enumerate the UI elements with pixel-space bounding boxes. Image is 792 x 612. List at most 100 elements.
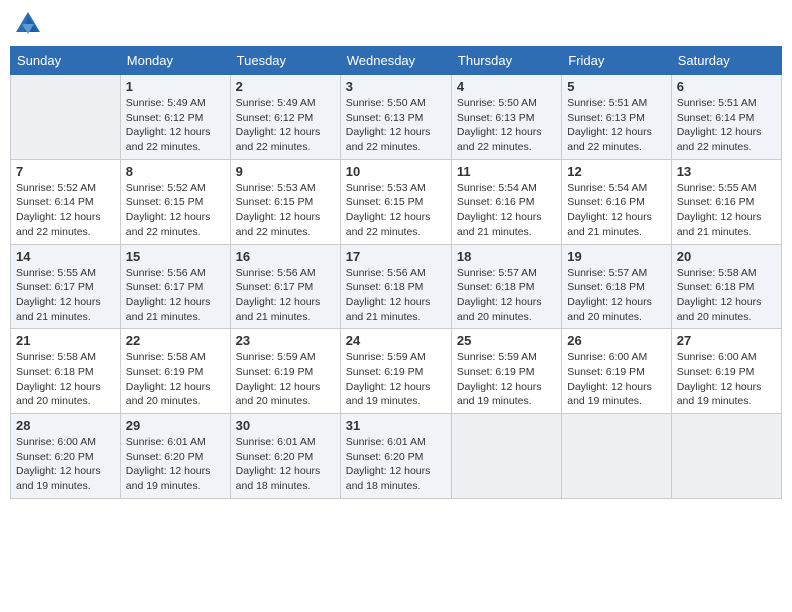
day-info: Sunrise: 5:50 AM Sunset: 6:13 PM Dayligh… bbox=[457, 96, 556, 155]
calendar-cell: 24 Sunrise: 5:59 AM Sunset: 6:19 PM Dayli… bbox=[340, 329, 451, 414]
day-info: Sunrise: 5:55 AM Sunset: 6:16 PM Dayligh… bbox=[677, 181, 776, 240]
calendar-cell: 8Sunrise: 5:52 AM Sunset: 6:15 PM Daylig… bbox=[120, 159, 230, 244]
page-header bbox=[10, 10, 782, 38]
calendar-cell: 2 Sunrise: 5:49 AM Sunset: 6:12 PM Daylig… bbox=[230, 75, 340, 160]
day-number: 3 bbox=[346, 79, 446, 94]
day-info: Sunrise: 5:49 AM Sunset: 6:12 PM Dayligh… bbox=[126, 96, 225, 155]
weekday-header-friday: Friday bbox=[562, 47, 671, 75]
day-number: 20 bbox=[677, 249, 776, 264]
day-number: 24 bbox=[346, 333, 446, 348]
weekday-header-thursday: Thursday bbox=[451, 47, 561, 75]
day-info: Sunrise: 5:57 AM Sunset: 6:18 PM Dayligh… bbox=[567, 266, 665, 325]
day-info: Sunrise: 5:55 AM Sunset: 6:17 PM Dayligh… bbox=[16, 266, 115, 325]
calendar-cell: 11Sunrise: 5:54 AM Sunset: 6:16 PM Dayli… bbox=[451, 159, 561, 244]
day-info: Sunrise: 5:52 AM Sunset: 6:14 PM Dayligh… bbox=[16, 181, 115, 240]
calendar-cell: 26 Sunrise: 6:00 AM Sunset: 6:19 PM Dayli… bbox=[562, 329, 671, 414]
day-info: Sunrise: 5:59 AM Sunset: 6:19 PM Dayligh… bbox=[346, 350, 446, 409]
calendar-cell: 22 Sunrise: 5:58 AM Sunset: 6:19 PM Dayli… bbox=[120, 329, 230, 414]
calendar-cell: 7 Sunrise: 5:52 AM Sunset: 6:14 PM Daylig… bbox=[11, 159, 121, 244]
day-info: Sunrise: 5:57 AM Sunset: 6:18 PM Dayligh… bbox=[457, 266, 556, 325]
calendar-table: SundayMondayTuesdayWednesdayThursdayFrid… bbox=[10, 46, 782, 499]
day-number: 9 bbox=[236, 164, 335, 179]
day-number: 29 bbox=[126, 418, 225, 433]
weekday-header-row: SundayMondayTuesdayWednesdayThursdayFrid… bbox=[11, 47, 782, 75]
day-info: Sunrise: 5:52 AM Sunset: 6:15 PM Dayligh… bbox=[126, 181, 225, 240]
calendar-cell: 10 Sunrise: 5:53 AM Sunset: 6:15 PM Dayli… bbox=[340, 159, 451, 244]
day-number: 30 bbox=[236, 418, 335, 433]
calendar-cell bbox=[562, 414, 671, 499]
day-info: Sunrise: 6:00 AM Sunset: 6:20 PM Dayligh… bbox=[16, 435, 115, 494]
day-number: 13 bbox=[677, 164, 776, 179]
weekday-header-saturday: Saturday bbox=[671, 47, 781, 75]
weekday-header-monday: Monday bbox=[120, 47, 230, 75]
day-info: Sunrise: 6:01 AM Sunset: 6:20 PM Dayligh… bbox=[346, 435, 446, 494]
weekday-header-wednesday: Wednesday bbox=[340, 47, 451, 75]
day-number: 6 bbox=[677, 79, 776, 94]
calendar-cell: 19 Sunrise: 5:57 AM Sunset: 6:18 PM Dayli… bbox=[562, 244, 671, 329]
weekday-header-sunday: Sunday bbox=[11, 47, 121, 75]
calendar-cell: 4Sunrise: 5:50 AM Sunset: 6:13 PM Daylig… bbox=[451, 75, 561, 160]
calendar-cell: 12Sunrise: 5:54 AM Sunset: 6:16 PM Dayli… bbox=[562, 159, 671, 244]
day-number: 10 bbox=[346, 164, 446, 179]
day-info: Sunrise: 5:56 AM Sunset: 6:18 PM Dayligh… bbox=[346, 266, 446, 325]
calendar-week-row: 14 Sunrise: 5:55 AM Sunset: 6:17 PM Dayli… bbox=[11, 244, 782, 329]
day-number: 31 bbox=[346, 418, 446, 433]
calendar-cell: 17 Sunrise: 5:56 AM Sunset: 6:18 PM Dayli… bbox=[340, 244, 451, 329]
calendar-cell: 28 Sunrise: 6:00 AM Sunset: 6:20 PM Dayli… bbox=[11, 414, 121, 499]
calendar-cell bbox=[451, 414, 561, 499]
calendar-cell: 13 Sunrise: 5:55 AM Sunset: 6:16 PM Dayli… bbox=[671, 159, 781, 244]
day-info: Sunrise: 5:58 AM Sunset: 6:19 PM Dayligh… bbox=[126, 350, 225, 409]
day-info: Sunrise: 6:01 AM Sunset: 6:20 PM Dayligh… bbox=[236, 435, 335, 494]
calendar-cell: 14 Sunrise: 5:55 AM Sunset: 6:17 PM Dayli… bbox=[11, 244, 121, 329]
day-info: Sunrise: 6:01 AM Sunset: 6:20 PM Dayligh… bbox=[126, 435, 225, 494]
day-number: 12 bbox=[567, 164, 665, 179]
day-number: 23 bbox=[236, 333, 335, 348]
day-number: 14 bbox=[16, 249, 115, 264]
calendar-week-row: 1 Sunrise: 5:49 AM Sunset: 6:12 PM Daylig… bbox=[11, 75, 782, 160]
calendar-cell: 21Sunrise: 5:58 AM Sunset: 6:18 PM Dayli… bbox=[11, 329, 121, 414]
day-number: 22 bbox=[126, 333, 225, 348]
calendar-cell: 20 Sunrise: 5:58 AM Sunset: 6:18 PM Dayli… bbox=[671, 244, 781, 329]
day-info: Sunrise: 5:56 AM Sunset: 6:17 PM Dayligh… bbox=[236, 266, 335, 325]
day-info: Sunrise: 5:54 AM Sunset: 6:16 PM Dayligh… bbox=[457, 181, 556, 240]
day-number: 1 bbox=[126, 79, 225, 94]
day-info: Sunrise: 5:56 AM Sunset: 6:17 PM Dayligh… bbox=[126, 266, 225, 325]
day-info: Sunrise: 5:51 AM Sunset: 6:13 PM Dayligh… bbox=[567, 96, 665, 155]
calendar-cell: 27Sunrise: 6:00 AM Sunset: 6:19 PM Dayli… bbox=[671, 329, 781, 414]
day-info: Sunrise: 6:00 AM Sunset: 6:19 PM Dayligh… bbox=[677, 350, 776, 409]
logo-icon bbox=[14, 10, 42, 38]
calendar-cell: 15Sunrise: 5:56 AM Sunset: 6:17 PM Dayli… bbox=[120, 244, 230, 329]
day-info: Sunrise: 5:58 AM Sunset: 6:18 PM Dayligh… bbox=[677, 266, 776, 325]
calendar-cell: 6 Sunrise: 5:51 AM Sunset: 6:14 PM Daylig… bbox=[671, 75, 781, 160]
day-number: 2 bbox=[236, 79, 335, 94]
day-number: 16 bbox=[236, 249, 335, 264]
calendar-week-row: 28 Sunrise: 6:00 AM Sunset: 6:20 PM Dayli… bbox=[11, 414, 782, 499]
day-info: Sunrise: 6:00 AM Sunset: 6:19 PM Dayligh… bbox=[567, 350, 665, 409]
calendar-cell bbox=[11, 75, 121, 160]
calendar-cell: 25 Sunrise: 5:59 AM Sunset: 6:19 PM Dayli… bbox=[451, 329, 561, 414]
calendar-cell: 5Sunrise: 5:51 AM Sunset: 6:13 PM Daylig… bbox=[562, 75, 671, 160]
calendar-cell: 16 Sunrise: 5:56 AM Sunset: 6:17 PM Dayli… bbox=[230, 244, 340, 329]
calendar-cell: 9Sunrise: 5:53 AM Sunset: 6:15 PM Daylig… bbox=[230, 159, 340, 244]
calendar-week-row: 7 Sunrise: 5:52 AM Sunset: 6:14 PM Daylig… bbox=[11, 159, 782, 244]
logo bbox=[14, 10, 46, 38]
day-number: 18 bbox=[457, 249, 556, 264]
day-number: 21 bbox=[16, 333, 115, 348]
calendar-cell: 23Sunrise: 5:59 AM Sunset: 6:19 PM Dayli… bbox=[230, 329, 340, 414]
day-number: 17 bbox=[346, 249, 446, 264]
day-number: 28 bbox=[16, 418, 115, 433]
day-number: 25 bbox=[457, 333, 556, 348]
calendar-cell: 30 Sunrise: 6:01 AM Sunset: 6:20 PM Dayli… bbox=[230, 414, 340, 499]
day-info: Sunrise: 5:49 AM Sunset: 6:12 PM Dayligh… bbox=[236, 96, 335, 155]
calendar-cell: 1 Sunrise: 5:49 AM Sunset: 6:12 PM Daylig… bbox=[120, 75, 230, 160]
day-info: Sunrise: 5:50 AM Sunset: 6:13 PM Dayligh… bbox=[346, 96, 446, 155]
day-info: Sunrise: 5:59 AM Sunset: 6:19 PM Dayligh… bbox=[457, 350, 556, 409]
weekday-header-tuesday: Tuesday bbox=[230, 47, 340, 75]
day-number: 19 bbox=[567, 249, 665, 264]
day-info: Sunrise: 5:53 AM Sunset: 6:15 PM Dayligh… bbox=[346, 181, 446, 240]
day-info: Sunrise: 5:51 AM Sunset: 6:14 PM Dayligh… bbox=[677, 96, 776, 155]
calendar-cell: 18 Sunrise: 5:57 AM Sunset: 6:18 PM Dayli… bbox=[451, 244, 561, 329]
day-number: 7 bbox=[16, 164, 115, 179]
calendar-cell: 29 Sunrise: 6:01 AM Sunset: 6:20 PM Dayli… bbox=[120, 414, 230, 499]
day-number: 26 bbox=[567, 333, 665, 348]
